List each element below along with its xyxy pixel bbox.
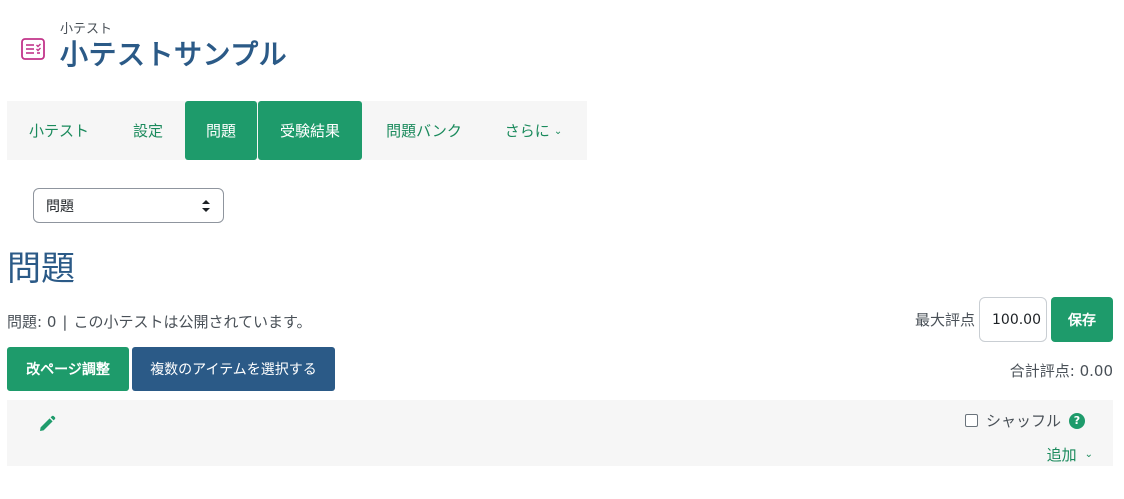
question-count: 問題: 0 bbox=[7, 313, 57, 331]
page-header: 小テスト 小テストサンプル bbox=[20, 22, 287, 72]
page-title: 小テストサンプル bbox=[60, 38, 288, 71]
chevron-down-icon: ⌄ bbox=[1084, 449, 1093, 460]
select-multiple-button[interactable]: 複数のアイテムを選択する bbox=[132, 347, 335, 391]
shuffle-label: シャッフル bbox=[985, 412, 1061, 430]
chevron-down-icon: ⌄ bbox=[553, 126, 563, 137]
shuffle-checkbox[interactable] bbox=[964, 414, 978, 427]
max-grade-input[interactable]: 100.00 bbox=[979, 297, 1047, 342]
max-grade-form: 最大評点 100.00 保存 bbox=[915, 297, 1113, 342]
quiz-icon bbox=[20, 36, 46, 62]
tab-results[interactable]: 受験結果 bbox=[258, 101, 362, 160]
save-button[interactable]: 保存 bbox=[1051, 297, 1113, 342]
tab-more[interactable]: さらに ⌄ bbox=[486, 101, 581, 160]
tab-questions[interactable]: 問題 bbox=[185, 101, 257, 160]
add-label: 追加 bbox=[1046, 446, 1077, 464]
section-heading: 問題 bbox=[7, 249, 75, 289]
select-arrows-icon bbox=[202, 200, 210, 212]
tab-settings[interactable]: 設定 bbox=[111, 101, 185, 160]
tab-question-bank[interactable]: 問題バンク bbox=[362, 101, 486, 160]
quiz-status: この小テストは公開されています。 bbox=[73, 313, 312, 331]
questions-select[interactable]: 問題 bbox=[33, 188, 224, 223]
separator: | bbox=[62, 313, 68, 331]
tab-quiz[interactable]: 小テスト bbox=[7, 101, 111, 160]
shuffle-option: シャッフル ? bbox=[964, 410, 1085, 431]
pencil-icon[interactable] bbox=[38, 415, 56, 433]
page-subtitle: 小テスト bbox=[60, 22, 113, 37]
help-icon[interactable]: ? bbox=[1069, 412, 1085, 429]
secondary-navigation: 小テスト 設定 問題 受験結果 問題バンク さらに ⌄ bbox=[7, 101, 587, 160]
total-grade: 合計評点: 0.00 bbox=[1009, 362, 1113, 380]
repaginate-button[interactable]: 改ページ調整 bbox=[7, 347, 129, 391]
select-value: 問題 bbox=[46, 198, 74, 215]
add-menu[interactable]: 追加 ⌄ bbox=[1047, 444, 1093, 465]
quiz-status-line: 問題: 0 | この小テストは公開されています。 bbox=[7, 311, 312, 332]
max-grade-label: 最大評点 bbox=[914, 311, 975, 329]
section-heading-bar: シャッフル ? 追加 ⌄ bbox=[7, 400, 1113, 466]
